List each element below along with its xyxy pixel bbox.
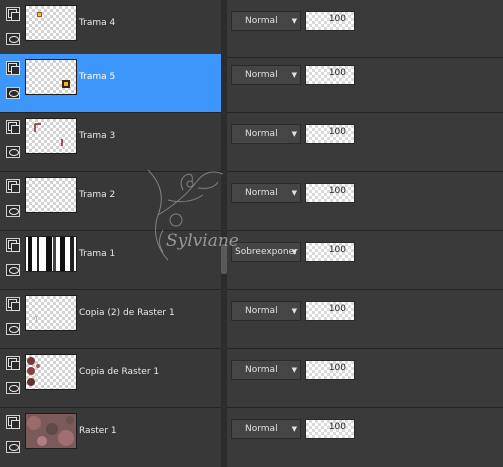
blend-mode-dropdown[interactable]: Normal ▼ [231,11,301,31]
opacity-field[interactable]: 100 [305,124,355,144]
chevron-down-icon: ▼ [291,248,297,256]
layer-row-trama-4[interactable]: Trama 4 [0,0,221,58]
layer-controls-raster-1: Normal ▼ 100 [227,408,503,467]
opacity-field[interactable]: 100 [305,301,355,321]
blend-mode-dropdown[interactable]: Normal ▼ [231,360,301,380]
opacity-value: 100 [328,14,346,24]
layer-name: Copia (2) de Raster 1 [79,308,175,318]
chevron-down-icon: ▼ [291,307,297,315]
layer-thumbnail [25,354,77,390]
layer-row-trama-2[interactable]: Trama 2 [0,172,221,231]
layer-name: Trama 3 [79,131,116,141]
blend-mode-dropdown[interactable]: Normal ▼ [231,301,301,321]
layer-row-raster-1[interactable]: Raster 1 [0,408,221,467]
blend-mode-dropdown[interactable]: Normal ▼ [231,65,301,85]
layer-group-icon[interactable] [6,61,20,75]
layer-thumbnail [25,413,77,449]
layer-controls-copia-2-raster-1: Normal ▼ 100 [227,290,503,349]
chevron-down-icon: ▼ [291,189,297,197]
layer-controls-trama-1: Sobreexponer ▼ 100 [227,231,503,290]
layer-row-trama-3[interactable]: Trama 3 [0,113,221,172]
opacity-field[interactable]: 100 [305,11,355,31]
chevron-down-icon: ▼ [291,130,297,138]
layer-group-icon[interactable] [6,415,20,429]
blend-mode-dropdown[interactable]: Sobreexponer ▼ [231,242,301,262]
eye-icon[interactable] [6,323,20,335]
chevron-down-icon: ▼ [291,425,297,433]
opacity-value: 100 [328,363,346,373]
eye-icon[interactable] [6,264,20,276]
layer-controls-trama-3: Normal ▼ 100 [227,113,503,172]
layer-name: Trama 5 [79,72,116,82]
eye-icon[interactable] [6,87,20,99]
layer-name: Trama 1 [79,249,116,259]
layer-group-icon[interactable] [6,120,20,134]
blend-mode-value: Normal [245,306,278,316]
layer-name: Trama 4 [79,18,116,28]
blend-mode-value: Normal [245,16,278,26]
opacity-field[interactable]: 100 [305,242,355,262]
eye-icon[interactable] [6,33,20,45]
blend-mode-value: Normal [245,188,278,198]
layer-group-icon[interactable] [6,297,20,311]
layer-name: Raster 1 [79,426,117,436]
opacity-field[interactable]: 100 [305,360,355,380]
opacity-value: 100 [328,186,346,196]
blend-mode-value: Normal [245,129,278,139]
layer-thumbnail [25,236,77,272]
layer-group-icon[interactable] [6,356,20,370]
layer-row-trama-5[interactable]: Trama 5 [0,54,221,113]
blend-mode-value: Normal [245,424,278,434]
chevron-down-icon: ▼ [291,366,297,374]
layer-name: Copia de Raster 1 [79,367,160,377]
eye-icon[interactable] [6,382,20,394]
layer-group-icon[interactable] [6,7,20,21]
opacity-value: 100 [328,304,346,314]
blend-mode-dropdown[interactable]: Normal ▼ [231,419,301,439]
layer-group-icon[interactable] [6,179,20,193]
opacity-field[interactable]: 100 [305,183,355,203]
layer-thumbnail [25,295,77,331]
layer-controls-trama-4: Normal ▼ 100 [227,0,503,58]
layer-controls-trama-5: Normal ▼ 100 [227,54,503,113]
opacity-value: 100 [328,245,346,255]
blend-mode-value: Normal [245,365,278,375]
eye-icon[interactable] [6,205,20,217]
chevron-down-icon: ▼ [291,17,297,25]
layer-group-icon[interactable] [6,238,20,252]
layer-row-trama-1[interactable]: Trama 1 [0,231,221,290]
layer-thumbnail [25,118,77,154]
layer-controls-trama-2: Normal ▼ 100 [227,172,503,231]
layer-row-copia-2-raster-1[interactable]: Copia (2) de Raster 1 [0,290,221,349]
opacity-value: 100 [328,422,346,432]
layer-thumbnail [25,59,77,95]
blend-mode-value: Normal [245,70,278,80]
layer-thumbnail [25,177,77,213]
layer-row-copia-raster-1[interactable]: Copia de Raster 1 [0,349,221,408]
blend-mode-value: Sobreexponer [235,247,298,257]
eye-icon[interactable] [6,146,20,158]
eye-icon[interactable] [6,441,20,453]
chevron-down-icon: ▼ [291,71,297,79]
opacity-field[interactable]: 100 [305,419,355,439]
layer-thumbnail [25,5,77,41]
opacity-value: 100 [328,68,346,78]
layer-controls-copia-raster-1: Normal ▼ 100 [227,349,503,408]
opacity-field[interactable]: 100 [305,65,355,85]
opacity-value: 100 [328,127,346,137]
blend-mode-dropdown[interactable]: Normal ▼ [231,183,301,203]
blend-mode-dropdown[interactable]: Normal ▼ [231,124,301,144]
layer-name: Trama 2 [79,190,116,200]
